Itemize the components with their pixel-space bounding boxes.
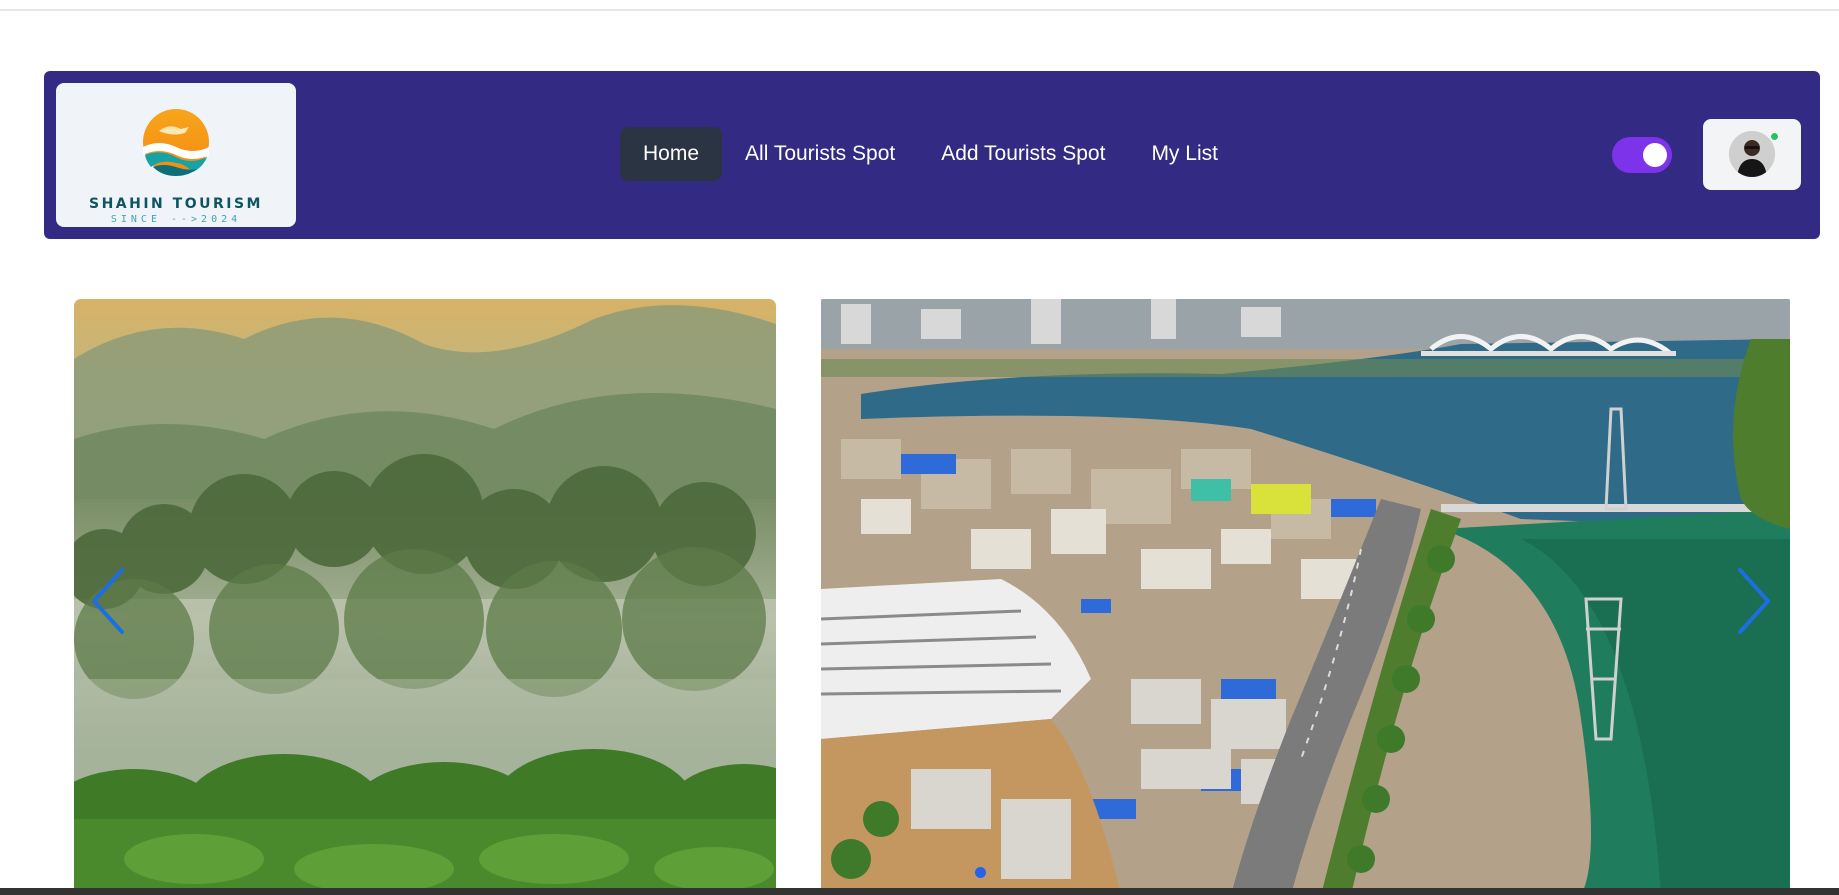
online-status-dot bbox=[1770, 132, 1779, 141]
carousel-slide-forest bbox=[74, 299, 776, 895]
nav-item-home[interactable]: Home bbox=[620, 127, 723, 181]
nav-item-add-tourists-spot[interactable]: Add Tourists Spot bbox=[918, 127, 1128, 181]
sunset-wave-logo-icon bbox=[143, 109, 209, 176]
brand-tagline: SINCE -->2024 bbox=[110, 214, 242, 225]
misty-forest-image bbox=[74, 299, 776, 895]
browser-bottom-bar bbox=[0, 888, 1839, 895]
nav-item-all-tourists-spot[interactable]: All Tourists Spot bbox=[722, 127, 918, 181]
nav-item-my-list[interactable]: My List bbox=[1128, 127, 1241, 181]
user-menu-button[interactable] bbox=[1703, 119, 1801, 190]
carousel-prev-arrow-icon[interactable] bbox=[88, 566, 128, 636]
carousel-slide-city bbox=[821, 299, 1790, 895]
brand-logo[interactable]: SHAHIN TOURISM SINCE -->2024 bbox=[56, 83, 296, 227]
browser-top-line bbox=[0, 9, 1839, 11]
aerial-city-image bbox=[821, 299, 1790, 895]
user-avatar bbox=[1729, 131, 1775, 177]
carousel-pagination-dot[interactable] bbox=[975, 867, 986, 878]
main-menu: Home All Tourists Spot Add Tourists Spot… bbox=[620, 127, 1241, 181]
user-silhouette-icon bbox=[1729, 131, 1775, 177]
navbar: SHAHIN TOURISM SINCE -->2024 Home All To… bbox=[44, 71, 1820, 239]
carousel-next-arrow-icon[interactable] bbox=[1734, 566, 1774, 636]
toggle-knob bbox=[1643, 143, 1667, 167]
brand-name: SHAHIN TOURISM bbox=[89, 196, 263, 212]
theme-toggle[interactable] bbox=[1612, 137, 1672, 173]
